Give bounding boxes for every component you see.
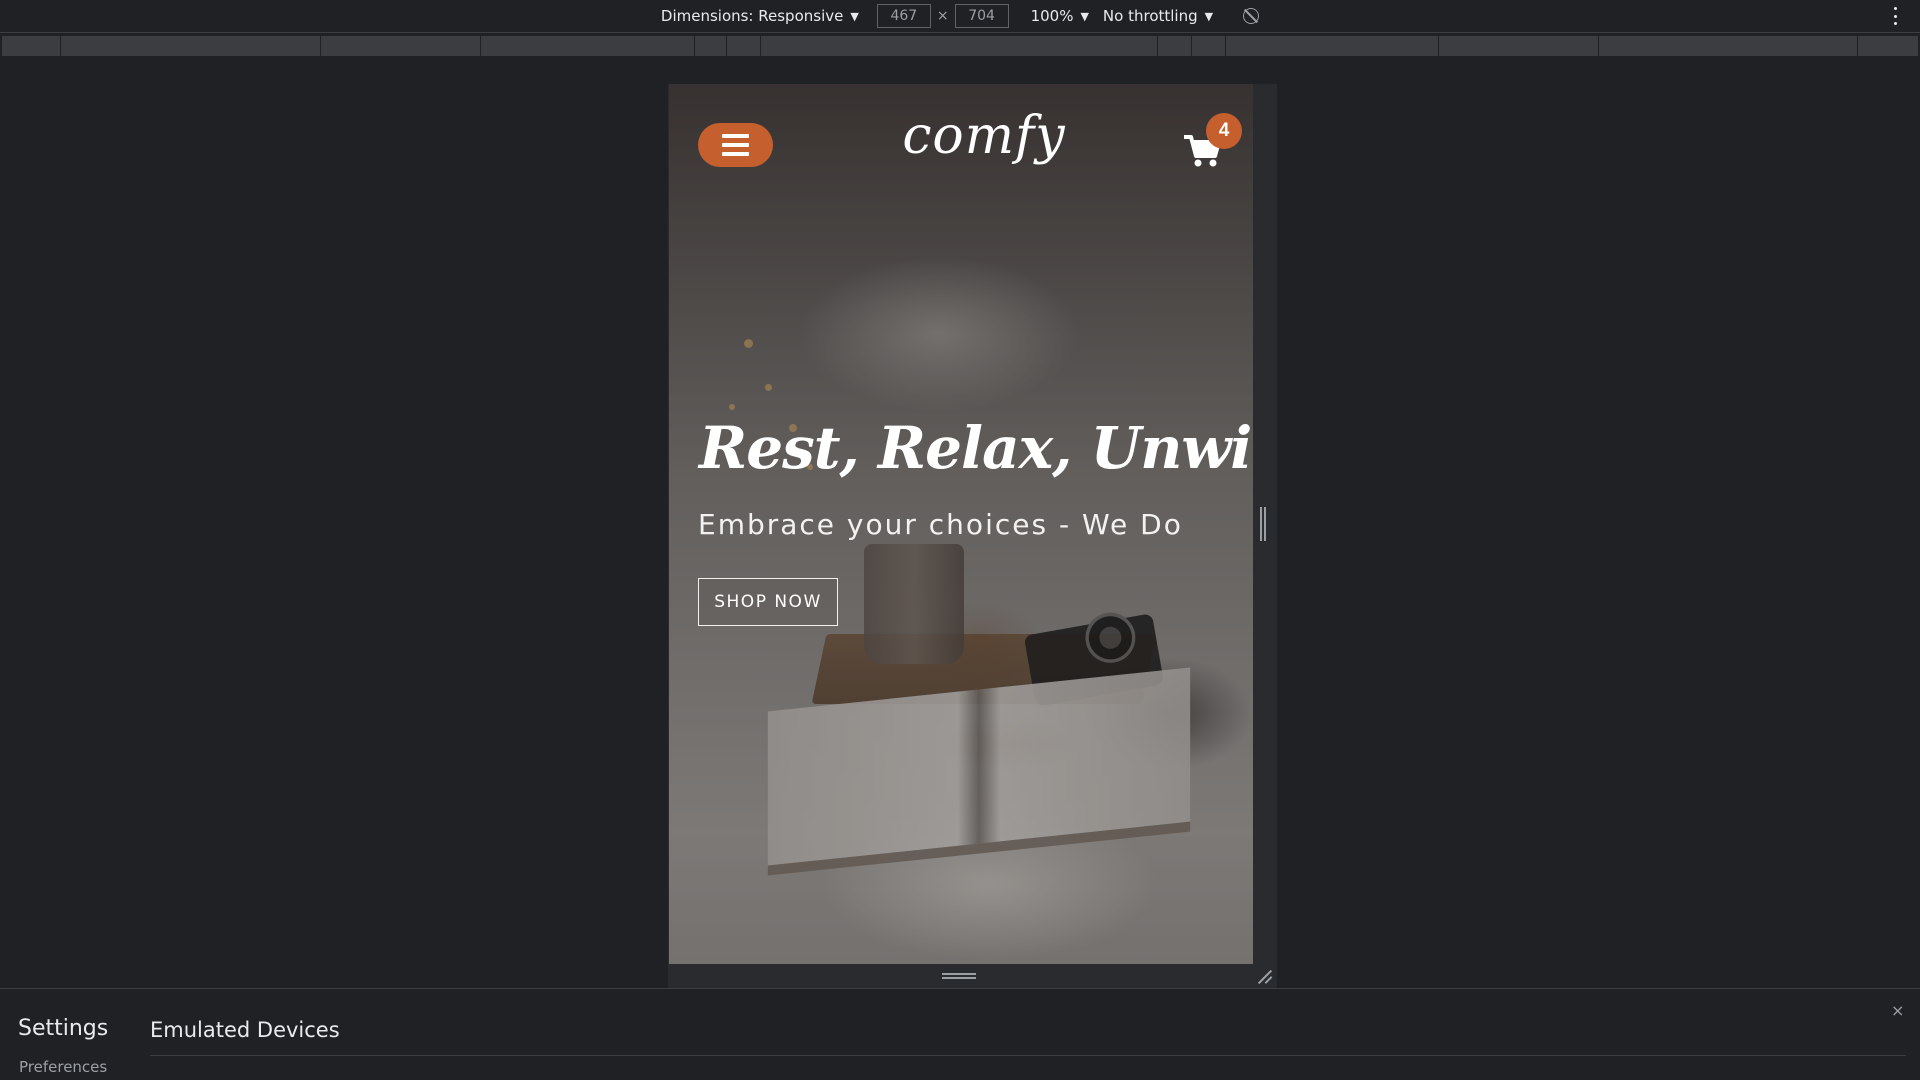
menu-button[interactable]: [698, 123, 773, 167]
media-query-bar: [2, 36, 1918, 56]
site-logo[interactable]: comfy: [869, 106, 1099, 166]
resize-handle-right[interactable]: [1260, 507, 1266, 541]
media-query-segment[interactable]: [1226, 36, 1439, 56]
hero-title: Rest, Relax, Unwind: [699, 414, 1253, 482]
media-query-segment[interactable]: [695, 36, 727, 56]
hero-subtitle: Embrace your choices - We Do: [698, 508, 1183, 541]
throttling-label: No throttling: [1102, 7, 1198, 25]
media-query-segment[interactable]: [1439, 36, 1599, 56]
hamburger-icon-bar: [722, 134, 749, 138]
media-query-segment[interactable]: [61, 36, 321, 56]
media-query-segment[interactable]: [727, 36, 761, 56]
close-icon[interactable]: ×: [1891, 1001, 1904, 1020]
zoom-label: 100%: [1030, 7, 1074, 25]
hamburger-icon-bar: [722, 152, 749, 156]
rotate-icon[interactable]: [1243, 8, 1260, 24]
media-query-segment[interactable]: [1192, 36, 1226, 56]
media-query-segment[interactable]: [1858, 36, 1918, 56]
media-query-segment[interactable]: [1599, 36, 1858, 56]
media-query-segment[interactable]: [481, 36, 695, 56]
device-toolbar: Dimensions: Responsive ▼ 467 × 704 100% …: [0, 0, 1920, 33]
media-query-segment[interactable]: [1158, 36, 1192, 56]
dimensions-dropdown[interactable]: Dimensions: Responsive ▼: [661, 7, 859, 25]
throttling-dropdown[interactable]: No throttling ▼: [1103, 7, 1213, 25]
shop-now-button[interactable]: SHOP NOW: [698, 578, 838, 626]
times-icon: ×: [936, 8, 949, 24]
caret-down-icon: ▼: [1204, 9, 1214, 23]
resize-handle-bottom[interactable]: [942, 973, 976, 979]
resize-corner-icon[interactable]: [1256, 968, 1272, 984]
zoom-dropdown[interactable]: 100% ▼: [1031, 7, 1089, 25]
caret-down-icon: ▼: [850, 9, 859, 23]
divider: [150, 1055, 1906, 1056]
device-toolbar-controls: Dimensions: Responsive ▼ 467 × 704 100% …: [661, 4, 1260, 28]
more-options-icon[interactable]: [1894, 7, 1898, 25]
height-input[interactable]: 704: [954, 4, 1009, 28]
cart-count-badge: 4: [1206, 113, 1242, 149]
media-query-segment[interactable]: [761, 36, 1158, 56]
width-input[interactable]: 467: [876, 4, 931, 28]
caret-down-icon: ▼: [1080, 9, 1089, 23]
media-query-segment[interactable]: [2, 36, 61, 56]
hamburger-icon-bar: [722, 143, 749, 147]
media-query-segment[interactable]: [321, 36, 481, 56]
section-title: Emulated Devices: [150, 1018, 340, 1042]
settings-drawer: Settings Preferences Emulated Devices ×: [0, 988, 1920, 1080]
emulated-viewport: comfy 4 Rest, Relax, Unwind Embrace your…: [669, 84, 1253, 964]
dimensions-label: Dimensions: Responsive: [660, 7, 844, 25]
settings-title: Settings: [18, 1016, 109, 1041]
settings-nav-preferences[interactable]: Preferences: [19, 1058, 107, 1076]
